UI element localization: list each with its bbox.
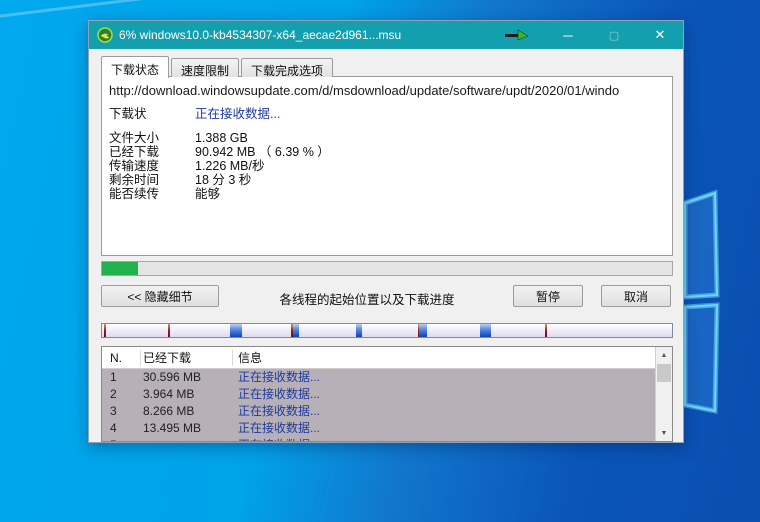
pause-button[interactable]: 暂停	[513, 285, 583, 307]
thread-downloaded-chunk	[230, 324, 242, 337]
tab-2[interactable]: 下载完成选项	[241, 58, 333, 77]
cell-downloaded: 30.596 MB	[141, 369, 233, 386]
cell-downloaded: 3.964 MB	[141, 386, 233, 403]
cell-thread-number: 2	[102, 386, 141, 403]
header-col-dl: 已经下载	[141, 350, 233, 366]
status-field-row: 能否续传能够	[109, 187, 330, 201]
thread-start-mark	[104, 324, 106, 337]
status-field-row: 剩余时间18 分 3 秒	[109, 173, 330, 187]
threads-table: N.已经下载信息 130.596 MB正在接收数据...23.964 MB正在接…	[101, 346, 673, 442]
field-label: 传输速度	[109, 159, 195, 173]
download-arrow-icon	[504, 28, 530, 42]
field-label: 能否续传	[109, 187, 195, 201]
field-value: 18 分 3 秒	[195, 173, 251, 187]
header-col-n: N.	[102, 350, 141, 366]
tab-0[interactable]: 下载状态	[101, 56, 169, 78]
field-value: 正在接收数据...	[195, 107, 280, 121]
cell-downloaded: 8.266 MB	[141, 403, 233, 420]
cell-info: 正在接收数据...	[233, 420, 655, 437]
titlebar[interactable]: 6% windows10.0-kb4534307-x64_aecae2d961.…	[89, 21, 683, 49]
threads-caption: 各线程的起始位置以及下载进度	[229, 289, 505, 308]
scroll-down-icon[interactable]: ▼	[656, 425, 672, 441]
progress-bar-fill	[102, 262, 138, 275]
threads-table-header: N.已经下载信息	[102, 347, 672, 369]
threads-table-body: 130.596 MB正在接收数据...23.964 MB正在接收数据...38.…	[102, 369, 655, 441]
status-field-row: 传输速度1.226 MB/秒	[109, 159, 330, 173]
close-button[interactable]: ✕	[637, 21, 683, 49]
window-controls: ─ ▢ ✕	[545, 21, 683, 49]
cell-info: 正在接收数据...	[233, 437, 655, 441]
cell-info: 正在接收数据...	[233, 403, 655, 420]
hide-details-button[interactable]: << 隐藏细节	[101, 285, 219, 307]
field-label: 文件大小	[109, 131, 195, 145]
field-value: 1.226 MB/秒	[195, 159, 264, 173]
field-label: 已经下载	[109, 145, 195, 159]
status-panel: http://download.windowsupdate.com/d/msdo…	[101, 76, 673, 256]
field-label: 剩余时间	[109, 173, 195, 187]
desktop-wallpaper: 6% windows10.0-kb4534307-x64_aecae2d961.…	[0, 0, 760, 522]
thread-downloaded-chunk	[356, 324, 362, 337]
cell-info: 正在接收数据...	[233, 369, 655, 386]
table-row[interactable]: 23.964 MB正在接收数据...	[102, 386, 655, 403]
field-value: 1.388 GB	[195, 131, 248, 145]
header-col-info: 信息	[233, 350, 672, 366]
cell-thread-number: 3	[102, 403, 141, 420]
cell-info: 正在接收数据...	[233, 386, 655, 403]
thread-progress-bar	[101, 323, 673, 338]
scroll-up-icon[interactable]: ▲	[656, 347, 672, 363]
window-title: 6% windows10.0-kb4534307-x64_aecae2d961.…	[119, 28, 401, 42]
cell-thread-number: 4	[102, 420, 141, 437]
scrollbar-thumb[interactable]	[657, 364, 671, 382]
field-value: 90.942 MB （ 6.39 % ）	[195, 145, 330, 159]
table-row[interactable]: 5 正在接收数据...	[102, 437, 655, 441]
maximize-button[interactable]: ▢	[591, 21, 637, 49]
cell-downloaded: 13.495 MB	[141, 420, 233, 437]
table-row[interactable]: 38.266 MB正在接收数据...	[102, 403, 655, 420]
thread-downloaded-chunk	[480, 324, 491, 337]
cell-downloaded	[141, 437, 233, 441]
thread-downloaded-chunk	[293, 324, 299, 337]
status-fields: 下载状正在接收数据...文件大小1.388 GB已经下载90.942 MB （ …	[109, 107, 330, 201]
idm-app-icon	[97, 27, 113, 43]
tab-strip: 下载状态速度限制下载完成选项	[101, 56, 335, 77]
tab-1[interactable]: 速度限制	[171, 58, 239, 77]
table-row[interactable]: 130.596 MB正在接收数据...	[102, 369, 655, 386]
field-label: 下载状	[109, 107, 195, 121]
idm-download-window: 6% windows10.0-kb4534307-x64_aecae2d961.…	[88, 20, 684, 443]
cancel-button[interactable]: 取消	[601, 285, 671, 307]
download-url: http://download.windowsupdate.com/d/msdo…	[109, 83, 667, 98]
thread-downloaded-chunk	[419, 324, 428, 337]
thread-start-mark	[168, 324, 170, 337]
status-field-row: 已经下载90.942 MB （ 6.39 % ）	[109, 145, 330, 159]
thread-start-mark	[545, 324, 547, 337]
progress-bar	[101, 261, 673, 276]
table-row[interactable]: 413.495 MB正在接收数据...	[102, 420, 655, 437]
wallpaper-light-beam	[0, 0, 160, 20]
cell-thread-number: 5	[102, 437, 141, 441]
vertical-scrollbar[interactable]: ▲ ▼	[655, 347, 672, 441]
status-field-row: 下载状正在接收数据...	[109, 107, 330, 121]
cell-thread-number: 1	[102, 369, 141, 386]
status-field-row: 文件大小1.388 GB	[109, 131, 330, 145]
minimize-button[interactable]: ─	[545, 21, 591, 49]
field-value: 能够	[195, 187, 220, 201]
